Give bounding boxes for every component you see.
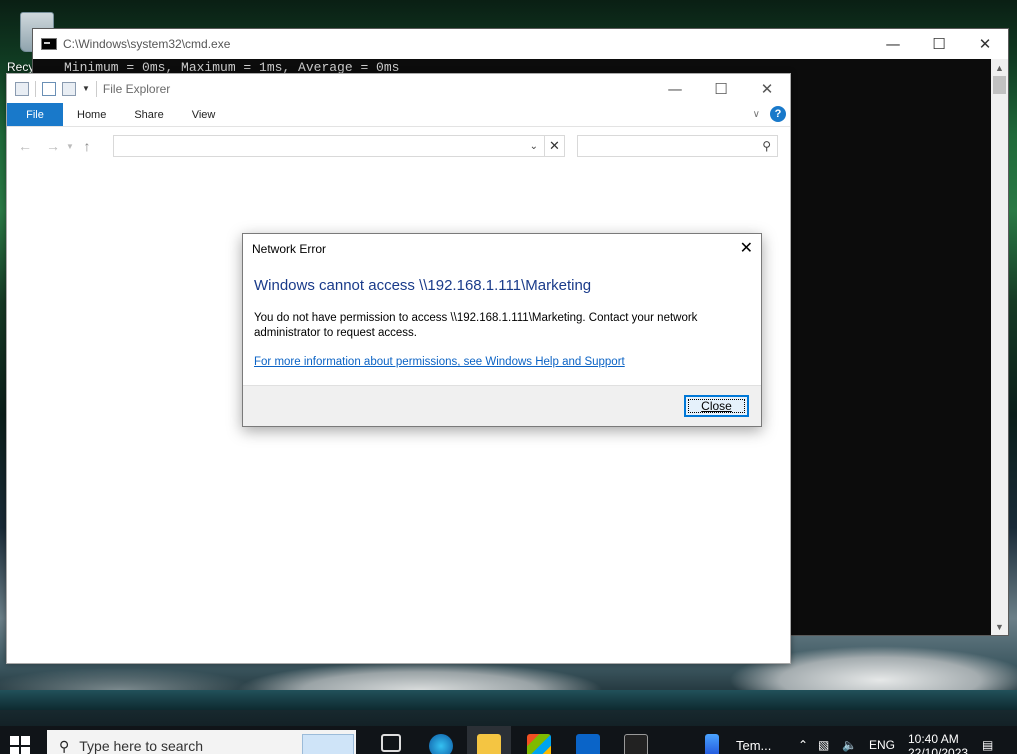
address-bar[interactable]: ⌄ ✕	[113, 135, 565, 157]
wallpaper-water	[0, 690, 1017, 710]
toolbar-separator	[95, 80, 97, 97]
close-button-label: Close	[701, 399, 732, 413]
temperature-app-icon[interactable]	[705, 734, 719, 754]
taskbar-search-box[interactable]: ⚲ Type here to search	[47, 730, 356, 754]
taskbar-clock[interactable]: 10:40 AM 22/10/2023	[908, 732, 968, 754]
expand-ribbon-chevron-icon[interactable]: ∨	[753, 109, 760, 120]
taskbar-search-icon: ⚲	[59, 738, 70, 754]
show-hidden-icons-chevron-icon[interactable]: ⌃	[798, 738, 808, 752]
new-folder-icon[interactable]	[62, 81, 76, 96]
cmd-titlebar[interactable]: C:\Windows\system32\cmd.exe — ☐ ✕	[33, 29, 1008, 59]
help-support-link[interactable]: For more information about permissions, …	[254, 356, 625, 368]
navigation-bar: ← → ▼ ↑ ⌄ ✕ ⚲	[7, 127, 790, 165]
up-arrow-icon[interactable]: ↑	[77, 138, 97, 154]
forward-arrow-icon[interactable]: →	[43, 138, 63, 154]
scroll-down-icon[interactable]: ▼	[991, 618, 1008, 635]
cmd-window-title: C:\Windows\system32\cmd.exe	[63, 37, 231, 51]
network-error-dialog[interactable]: Network Error ✕ Windows cannot access \\…	[242, 233, 762, 427]
dialog-title: Network Error	[252, 241, 327, 256]
outlook-icon[interactable]	[576, 734, 600, 754]
back-arrow-icon[interactable]: ←	[15, 138, 35, 154]
cmd-minimize-button[interactable]: —	[870, 29, 916, 59]
explorer-app-icon	[15, 81, 29, 96]
edge-browser-icon[interactable]	[429, 734, 453, 754]
store-icon[interactable]	[527, 734, 551, 754]
taskbar-search-placeholder: Type here to search	[79, 738, 204, 754]
network-icon[interactable]: ▧	[818, 738, 829, 752]
cmd-close-button[interactable]: ✕	[962, 29, 1008, 59]
explorer-search-box[interactable]: ⚲	[577, 135, 778, 157]
taskbar: ⚲ Type here to search Tem... ⌃ ▧ 🔈 ENG 1…	[0, 726, 1017, 754]
help-icon[interactable]: ?	[770, 106, 786, 122]
quick-access-toolbar: ▼	[15, 80, 103, 97]
cmd-app-icon	[41, 38, 57, 50]
notifications-icon[interactable]: ▤	[982, 738, 993, 752]
close-button[interactable]: Close	[684, 395, 749, 417]
cmd-taskbar-icon[interactable]	[624, 734, 648, 754]
toolbar-separator	[35, 80, 36, 97]
dialog-footer: Close	[243, 385, 761, 426]
tab-share[interactable]: Share	[120, 103, 177, 126]
ribbon-tabs: File Home Share View ∨ ?	[7, 103, 790, 127]
explorer-close-button[interactable]: ✕	[744, 74, 790, 103]
search-highlight-icon	[302, 734, 354, 754]
language-indicator[interactable]: ENG	[869, 738, 895, 752]
volume-icon[interactable]: 🔈	[842, 738, 857, 752]
cmd-maximize-button[interactable]: ☐	[916, 29, 962, 59]
explorer-window-controls: — ☐ ✕	[652, 74, 790, 103]
search-icon: ⚲	[762, 139, 771, 153]
desktop-icon-label: Recy	[7, 60, 35, 74]
tab-file[interactable]: File	[7, 103, 63, 126]
cmd-scroll-thumb[interactable]	[993, 76, 1006, 94]
tab-view[interactable]: View	[178, 103, 230, 126]
clock-date: 22/10/2023	[908, 746, 969, 754]
address-dropdown-icon[interactable]: ⌄	[530, 141, 538, 152]
windows-start-icon[interactable]	[10, 736, 30, 754]
cmd-window-controls: — ☐ ✕	[870, 29, 1008, 59]
address-clear-icon[interactable]: ✕	[544, 135, 564, 157]
task-view-icon[interactable]	[381, 734, 401, 752]
customize-toolbar-dropdown-icon[interactable]: ▼	[82, 84, 90, 93]
scroll-up-icon[interactable]: ▲	[991, 59, 1008, 76]
properties-icon[interactable]	[42, 81, 56, 96]
explorer-maximize-button[interactable]: ☐	[698, 74, 744, 103]
recent-locations-dropdown-icon[interactable]: ▼	[63, 142, 77, 151]
explorer-window-title: File Explorer	[102, 81, 171, 96]
file-explorer-taskbar-icon[interactable]	[477, 734, 501, 754]
clock-time: 10:40 AM	[908, 732, 959, 746]
running-app-label[interactable]: Tem...	[736, 738, 771, 753]
explorer-minimize-button[interactable]: —	[652, 74, 698, 103]
ribbon-right-controls: ∨ ?	[753, 106, 786, 122]
tab-home[interactable]: Home	[63, 103, 120, 126]
dialog-close-icon[interactable]: ✕	[740, 238, 753, 257]
explorer-titlebar[interactable]: ▼ File Explorer — ☐ ✕	[7, 74, 790, 103]
dialog-heading: Windows cannot access \\192.168.1.111\Ma…	[254, 277, 592, 294]
cmd-scrollbar[interactable]: ▲ ▼	[991, 59, 1008, 635]
dialog-message: You do not have permission to access \\1…	[254, 312, 698, 339]
dialog-titlebar[interactable]: Network Error ✕	[243, 234, 761, 263]
